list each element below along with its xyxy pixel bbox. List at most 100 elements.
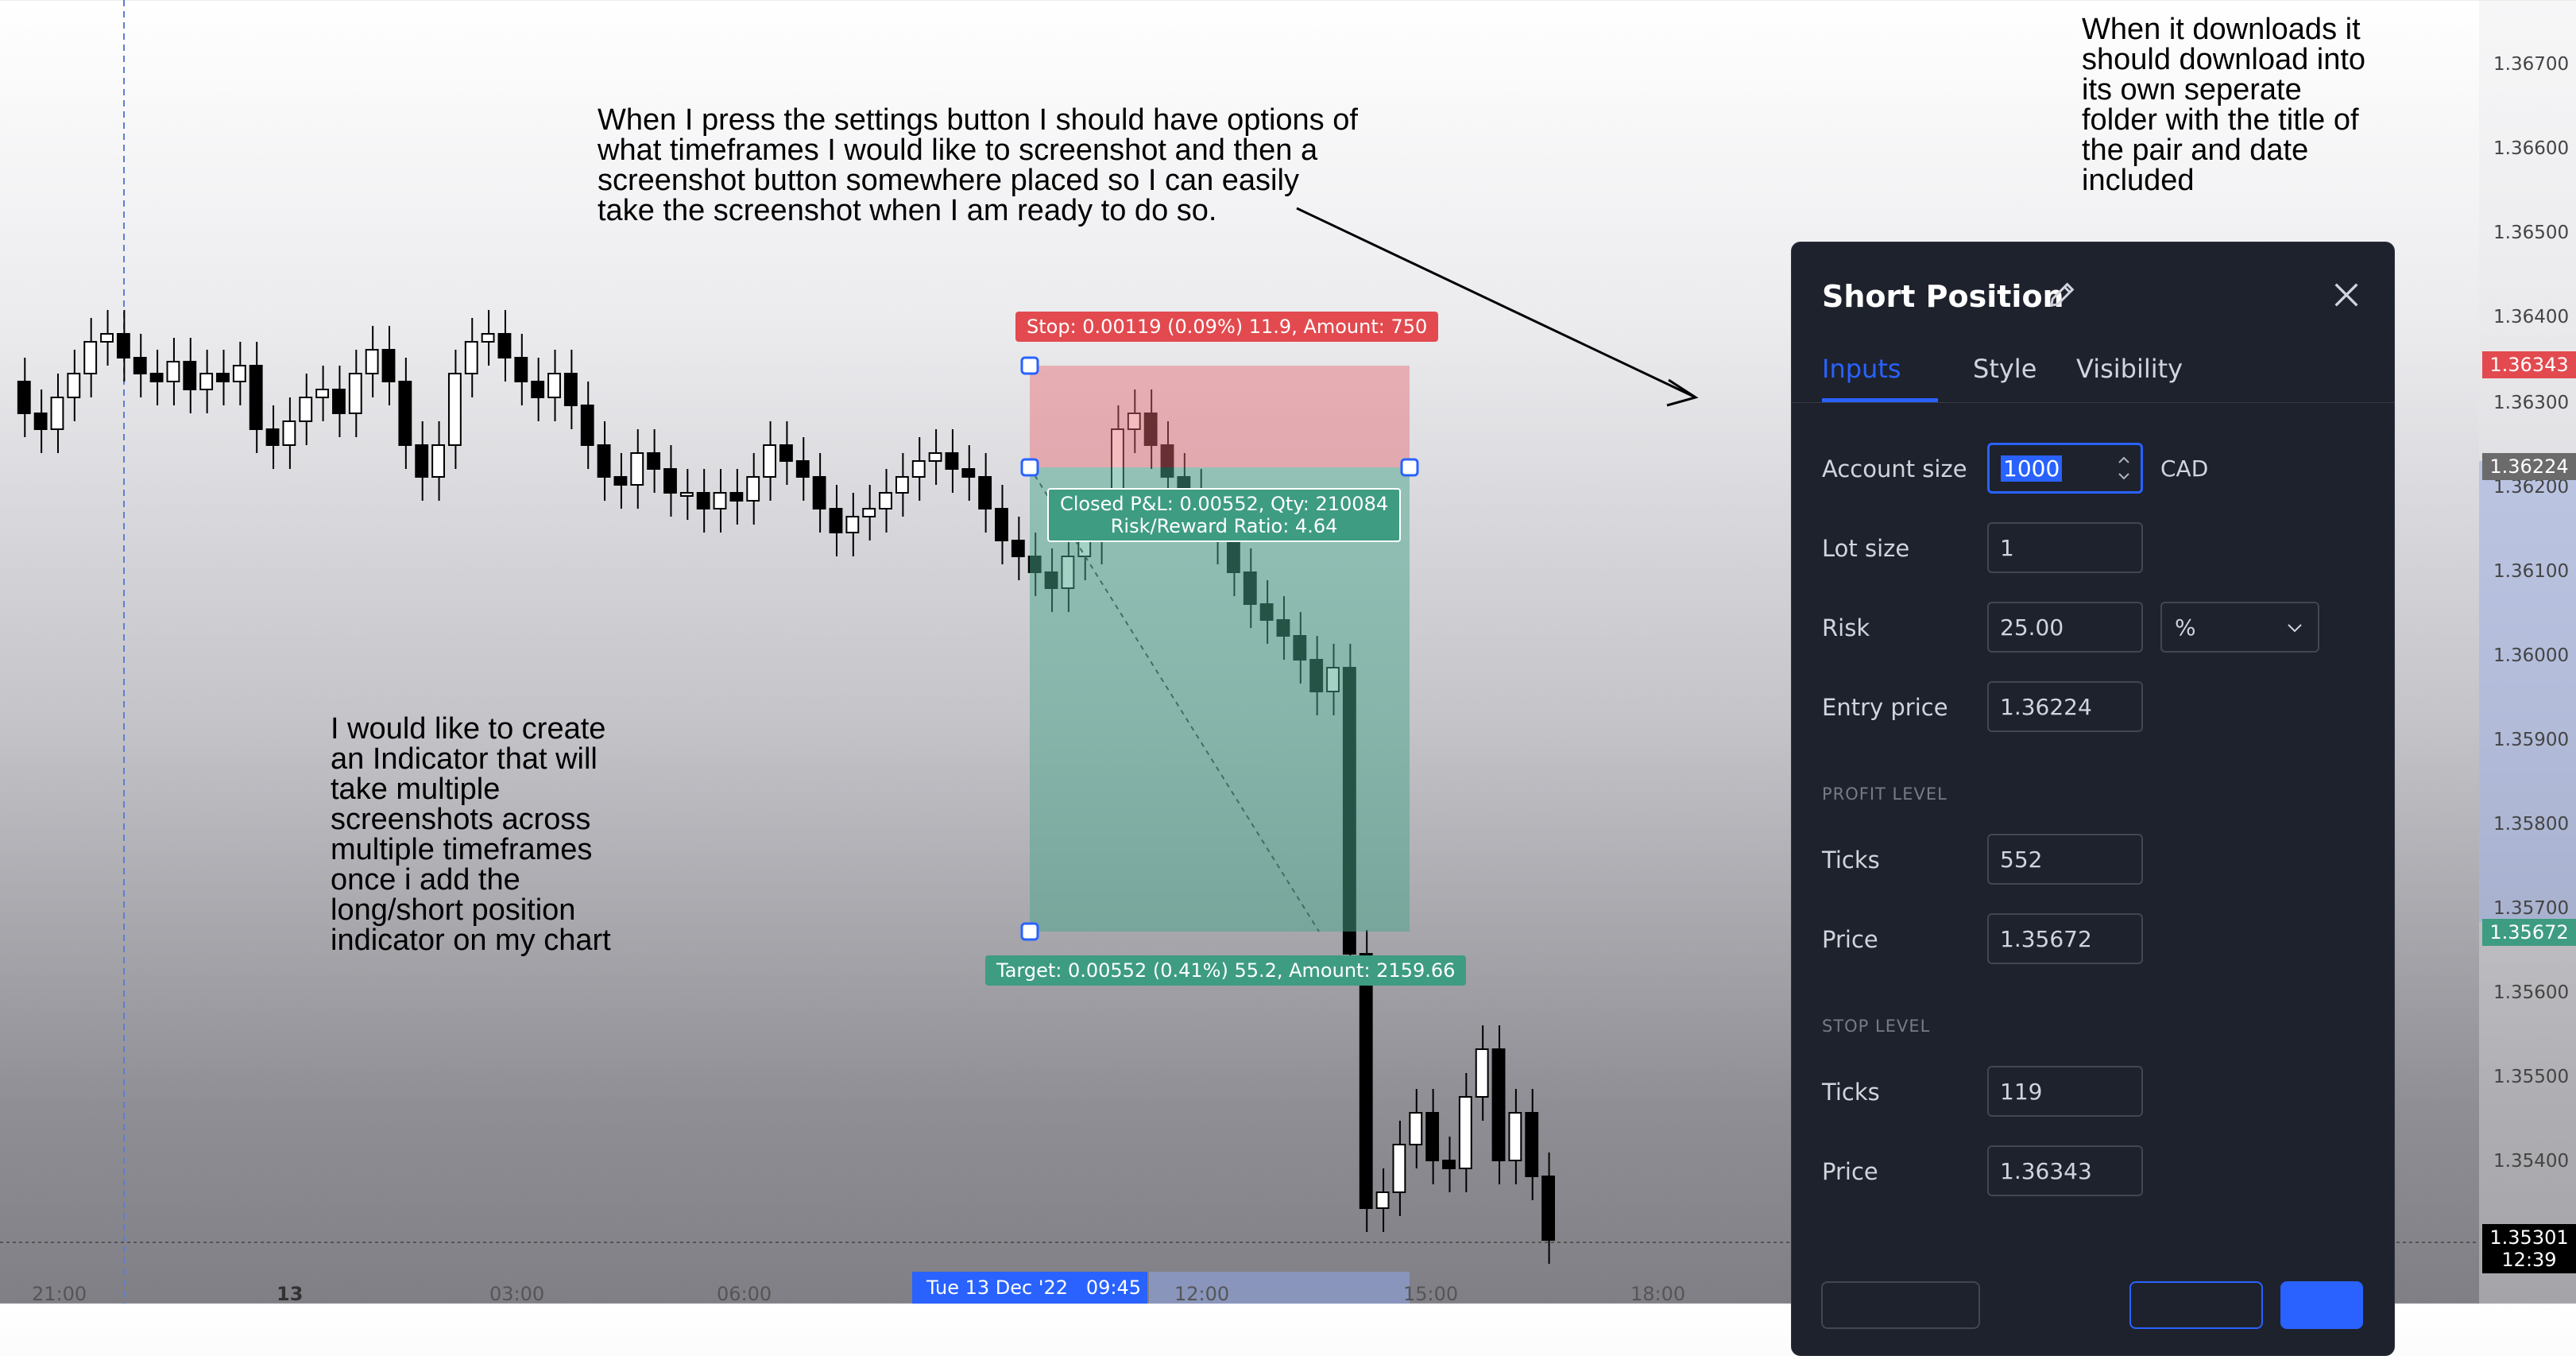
account-size-value: 1000	[2001, 455, 2063, 482]
candle	[1491, 1048, 1506, 1161]
candle	[265, 428, 280, 446]
candle	[630, 452, 644, 486]
candle	[348, 373, 362, 414]
candle	[497, 333, 512, 358]
candle	[928, 452, 942, 462]
candle	[763, 444, 776, 478]
price-tick: 1.36000	[2493, 645, 2570, 666]
pencil-icon[interactable]	[2046, 279, 2078, 311]
candle	[1525, 1112, 1539, 1177]
dialog-title: Short Position	[1822, 279, 2064, 314]
width-handle[interactable]	[1400, 458, 1419, 477]
candle	[746, 476, 760, 502]
account-size-input[interactable]: 1000	[1987, 443, 2143, 494]
price-tick: 1.35600	[2493, 982, 2570, 1003]
profit-ticks-input[interactable]: 552	[1987, 834, 2143, 885]
stepper-icon[interactable]	[2115, 450, 2133, 486]
current-price: 1.35301	[2489, 1226, 2569, 1249]
candle	[911, 460, 926, 478]
candle	[216, 373, 230, 382]
stop-level-heading: STOP LEVEL	[1822, 1017, 1931, 1036]
candle	[1541, 1176, 1555, 1241]
stop-price-label: Price	[1822, 1158, 1878, 1185]
price-tick: 1.36700	[2493, 54, 2570, 75]
risk-reward: Risk/Reward Ratio: 4.64	[1110, 515, 1338, 537]
candle	[332, 389, 346, 414]
profit-ticks-label: Ticks	[1822, 847, 1880, 874]
candle	[398, 381, 412, 446]
target-label: Target: 0.00552 (0.41%) 55.2, Amount: 21…	[985, 955, 1467, 986]
candle	[663, 468, 677, 494]
entry-price-tag: 1.36224	[2482, 453, 2576, 480]
candle	[978, 476, 992, 509]
tab-visibility[interactable]: Visibility	[2076, 354, 2183, 384]
candle	[133, 357, 147, 374]
tab-divider	[1792, 402, 2394, 403]
candle	[613, 476, 628, 486]
candle	[1011, 540, 1025, 557]
candle	[531, 381, 545, 398]
price-tick: 1.35700	[2493, 898, 2570, 919]
profit-price-label: Price	[1822, 926, 1878, 953]
candle	[315, 389, 330, 398]
stop-ticks-input[interactable]: 119	[1987, 1066, 2143, 1117]
candle	[812, 476, 826, 509]
risk-unit-select[interactable]: %	[2160, 602, 2319, 653]
price-tick: 1.36100	[2493, 561, 2570, 582]
bar-countdown: 12:39	[2501, 1249, 2557, 1271]
candle	[415, 444, 429, 478]
candle	[547, 373, 561, 398]
closed-pnl: Closed P&L: 0.00552, Qty: 210084	[1060, 493, 1389, 515]
stop-handle[interactable]	[1020, 356, 1039, 375]
candle	[779, 444, 793, 462]
candle	[199, 373, 214, 390]
tab-style[interactable]: Style	[1973, 354, 2036, 384]
defaults-button[interactable]	[1821, 1281, 1980, 1329]
candle	[1475, 1048, 1489, 1098]
candle	[647, 452, 661, 470]
candle	[149, 373, 164, 382]
candle	[713, 492, 727, 509]
time-tick: 06:00	[717, 1283, 772, 1305]
time-tick: 21:00	[32, 1283, 87, 1305]
price-tick: 1.35400	[2493, 1151, 2570, 1172]
candle	[597, 444, 611, 478]
candle	[1375, 1191, 1390, 1209]
candle	[166, 361, 180, 382]
candle	[282, 420, 296, 446]
stop-price-input[interactable]: 1.36343	[1987, 1145, 2143, 1196]
entry-handle[interactable]	[1020, 458, 1039, 477]
cancel-button[interactable]	[2129, 1281, 2263, 1329]
entry-price-label: Entry price	[1822, 694, 1948, 721]
chevron-down-icon	[2288, 624, 2302, 633]
note-indicator: I would like to create an Indicator that…	[331, 712, 611, 957]
price-tick: 1.36500	[2493, 223, 2570, 243]
risk-input[interactable]: 25.00	[1987, 602, 2143, 653]
price-tick: 1.35500	[2493, 1067, 2570, 1087]
candle	[879, 492, 892, 509]
price-axis-range	[2479, 461, 2576, 922]
price-tick: 1.36600	[2493, 138, 2570, 159]
candle	[829, 508, 843, 533]
candle	[862, 508, 876, 517]
target-price-tag: 1.35672	[2482, 919, 2576, 946]
pnl-box: Closed P&L: 0.00552, Qty: 210084 Risk/Re…	[1047, 488, 1402, 542]
target-handle[interactable]	[1020, 922, 1039, 941]
close-icon[interactable]	[2330, 279, 2362, 311]
candle	[299, 397, 313, 422]
candle	[795, 460, 810, 478]
candle	[100, 333, 114, 343]
candle	[563, 373, 578, 406]
candle	[464, 341, 478, 374]
ok-button[interactable]	[2280, 1281, 2363, 1329]
lot-size-input[interactable]: 1	[1987, 522, 2143, 573]
candle	[995, 508, 1008, 541]
price-tick: 1.36400	[2493, 307, 2570, 327]
stop-label: Stop: 0.00119 (0.09%) 11.9, Amount: 750	[1015, 312, 1439, 342]
time-tick: 12:00	[1174, 1283, 1230, 1305]
entry-price-input[interactable]: 1.36224	[1987, 681, 2143, 732]
profit-price-input[interactable]: 1.35672	[1987, 913, 2143, 964]
tab-inputs[interactable]: Inputs	[1822, 354, 1901, 384]
lot-size-label: Lot size	[1822, 535, 1910, 562]
candle	[961, 468, 976, 478]
